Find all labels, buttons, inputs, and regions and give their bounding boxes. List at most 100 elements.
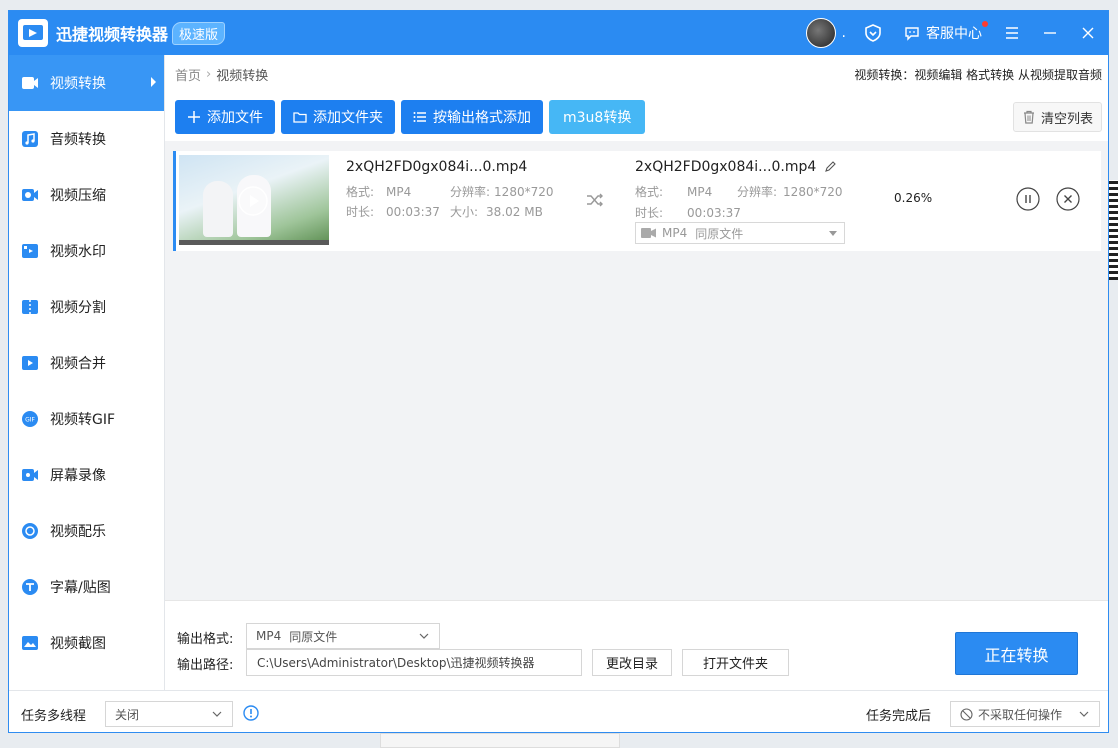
audio-convert-icon [22, 131, 38, 147]
app-window: 迅捷视频转换器 极速版 . 客服中心 视频转换 音频转换 视频压缩 视频水印 视… [8, 10, 1109, 733]
subtitle-icon [22, 579, 38, 595]
gif-icon: GIF [22, 411, 38, 427]
source-resolution: 分辨率: 1280*720 [450, 185, 554, 199]
m3u8-convert-button[interactable]: m3u8转换 [549, 100, 646, 134]
clear-list-label: 清空列表 [1040, 111, 1093, 127]
sidebar-item-label: 视频配乐 [50, 524, 106, 540]
add-file-button[interactable]: 添加文件 [175, 100, 275, 134]
clear-list-button[interactable]: 清空列表 [1012, 102, 1102, 132]
trash-icon [1023, 110, 1034, 124]
after-task-label: 任务完成后 [866, 709, 932, 724]
open-folder-button[interactable]: 打开文件夹 [682, 649, 789, 676]
sidebar-item-video-merge[interactable]: 视频合并 [9, 335, 164, 391]
breadcrumb: 首页 › 视频转换 视频转换：视频编辑 格式转换 从视频提取音频 [165, 55, 1108, 93]
plus-icon [188, 111, 200, 123]
breadcrumb-home[interactable]: 首页 [175, 65, 201, 84]
video-thumbnail[interactable] [179, 155, 329, 245]
sidebar-item-video-split[interactable]: 视频分割 [9, 279, 164, 335]
edit-icon[interactable] [824, 161, 837, 173]
sidebar-item-label: 屏幕录像 [50, 468, 106, 484]
source-file-name: 2xQH2FD0gx084i...0.mp4 [346, 159, 528, 175]
music-icon [22, 523, 38, 539]
sidebar-item-video-convert[interactable]: 视频转换 [9, 55, 164, 111]
sidebar-item-label: 视频转换 [50, 76, 106, 92]
sidebar-item-video-compress[interactable]: 视频压缩 [9, 167, 164, 223]
sidebar-item-screenshot[interactable]: 视频截图 [9, 615, 164, 671]
sidebar-item-label: 视频压缩 [50, 188, 106, 204]
add-folder-label: 添加文件夹 [313, 110, 383, 126]
avatar[interactable] [805, 18, 836, 48]
source-duration: 时长: 00:03:37 [346, 205, 440, 219]
title-bar: 迅捷视频转换器 极速版 . 客服中心 [9, 11, 1108, 55]
add-file-label: 添加文件 [207, 110, 263, 126]
customer-service-button[interactable]: 客服中心 [904, 21, 988, 43]
breadcrumb-separator: › [206, 66, 212, 82]
background-qr-peek [1109, 180, 1118, 280]
sidebar-item-video-watermark[interactable]: 视频水印 [9, 223, 164, 279]
sidebar-item-screen-record[interactable]: 屏幕录像 [9, 447, 164, 503]
target-file-name: 2xQH2FD0gx084i...0.mp4 [635, 159, 837, 175]
add-by-format-label: 按输出格式添加 [433, 110, 531, 126]
quick-links[interactable]: 视频转换：视频编辑 格式转换 从视频提取音频 [854, 66, 1102, 83]
sidebar-item-label: 音频转换 [50, 132, 106, 148]
sidebar-item-video-music[interactable]: 视频配乐 [9, 503, 164, 559]
target-duration: 时长: 00:03:37 [635, 206, 741, 220]
file-row[interactable]: 2xQH2FD0gx084i...0.mp4 格式: MP4 分辨率: 1280*7… [173, 151, 1101, 251]
chevron-down-icon [212, 711, 222, 717]
add-by-format-button[interactable]: 按输出格式添加 [401, 100, 543, 134]
chevron-down-icon [419, 633, 429, 639]
screen-record-icon [22, 469, 38, 481]
folder-icon [293, 112, 307, 123]
main-panel: 首页 › 视频转换 视频转换：视频编辑 格式转换 从视频提取音频 添加文件 添加… [165, 55, 1108, 690]
progress-percent: 0.26% [894, 191, 933, 205]
sidebar-item-audio-convert[interactable]: 音频转换 [9, 111, 164, 167]
app-logo-icon [18, 19, 48, 47]
file-list: 2xQH2FD0gx084i...0.mp4 格式: MP4 分辨率: 1280*7… [165, 151, 1108, 594]
video-merge-icon [22, 356, 38, 370]
output-settings: 输出格式: MP4 同原文件 输出路径: 更改目录 打开文件夹 正在转换 [165, 600, 1108, 690]
sidebar-item-label: 视频分割 [50, 300, 106, 316]
output-path-label: 输出路径: [177, 658, 234, 673]
app-title: 迅捷视频转换器 [56, 25, 169, 44]
vip-shield-icon[interactable] [864, 24, 882, 42]
play-icon[interactable] [237, 185, 269, 217]
output-format-select[interactable]: MP4 同原文件 [246, 623, 440, 649]
sidebar-item-label: 视频合并 [50, 356, 106, 372]
screenshot-icon [22, 636, 38, 650]
after-task-select[interactable]: 不采取任何操作 [950, 701, 1100, 727]
user-name: . [841, 25, 846, 41]
menu-icon[interactable] [1004, 25, 1020, 41]
info-icon[interactable] [243, 705, 259, 721]
customer-service-label: 客服中心 [926, 26, 982, 42]
pause-icon[interactable] [1016, 187, 1040, 211]
chevron-right-icon [151, 77, 156, 87]
target-format: 格式: MP4 [635, 185, 713, 199]
start-convert-button[interactable]: 正在转换 [955, 632, 1078, 675]
video-convert-icon [22, 77, 38, 89]
caret-down-icon [829, 231, 837, 236]
m3u8-label: m3u8转换 [563, 110, 632, 126]
target-format-select[interactable]: MP4 同原文件 [635, 222, 845, 244]
svg-text:GIF: GIF [25, 417, 35, 424]
multithread-select[interactable]: 关闭 [105, 701, 233, 727]
sidebar-item-label: 视频转GIF [50, 412, 116, 428]
chevron-down-icon [1079, 711, 1089, 717]
bottom-bar: 任务多线程 关闭 任务完成后 不采取任何操作 [9, 690, 1108, 732]
add-folder-button[interactable]: 添加文件夹 [281, 100, 395, 134]
output-path-input[interactable] [246, 649, 582, 676]
sidebar-item-label: 视频截图 [50, 636, 106, 652]
notification-dot [982, 21, 988, 27]
cancel-icon[interactable] [1056, 187, 1080, 211]
background-window-peek [380, 733, 620, 748]
change-dir-button[interactable]: 更改目录 [592, 649, 672, 676]
source-format: 格式: MP4 [346, 185, 412, 199]
close-icon[interactable] [1080, 25, 1096, 41]
minimize-icon[interactable] [1042, 25, 1058, 41]
breadcrumb-current: 视频转换 [216, 68, 269, 84]
target-resolution: 分辨率: 1280*720 [737, 185, 843, 199]
list-icon [413, 112, 426, 122]
sidebar-item-subtitle[interactable]: 字幕/贴图 [9, 559, 164, 615]
sidebar-item-label: 字幕/贴图 [50, 580, 111, 596]
sidebar-item-video-gif[interactable]: GIF 视频转GIF [9, 391, 164, 447]
source-size: 大小: 38.02 MB [450, 205, 543, 219]
